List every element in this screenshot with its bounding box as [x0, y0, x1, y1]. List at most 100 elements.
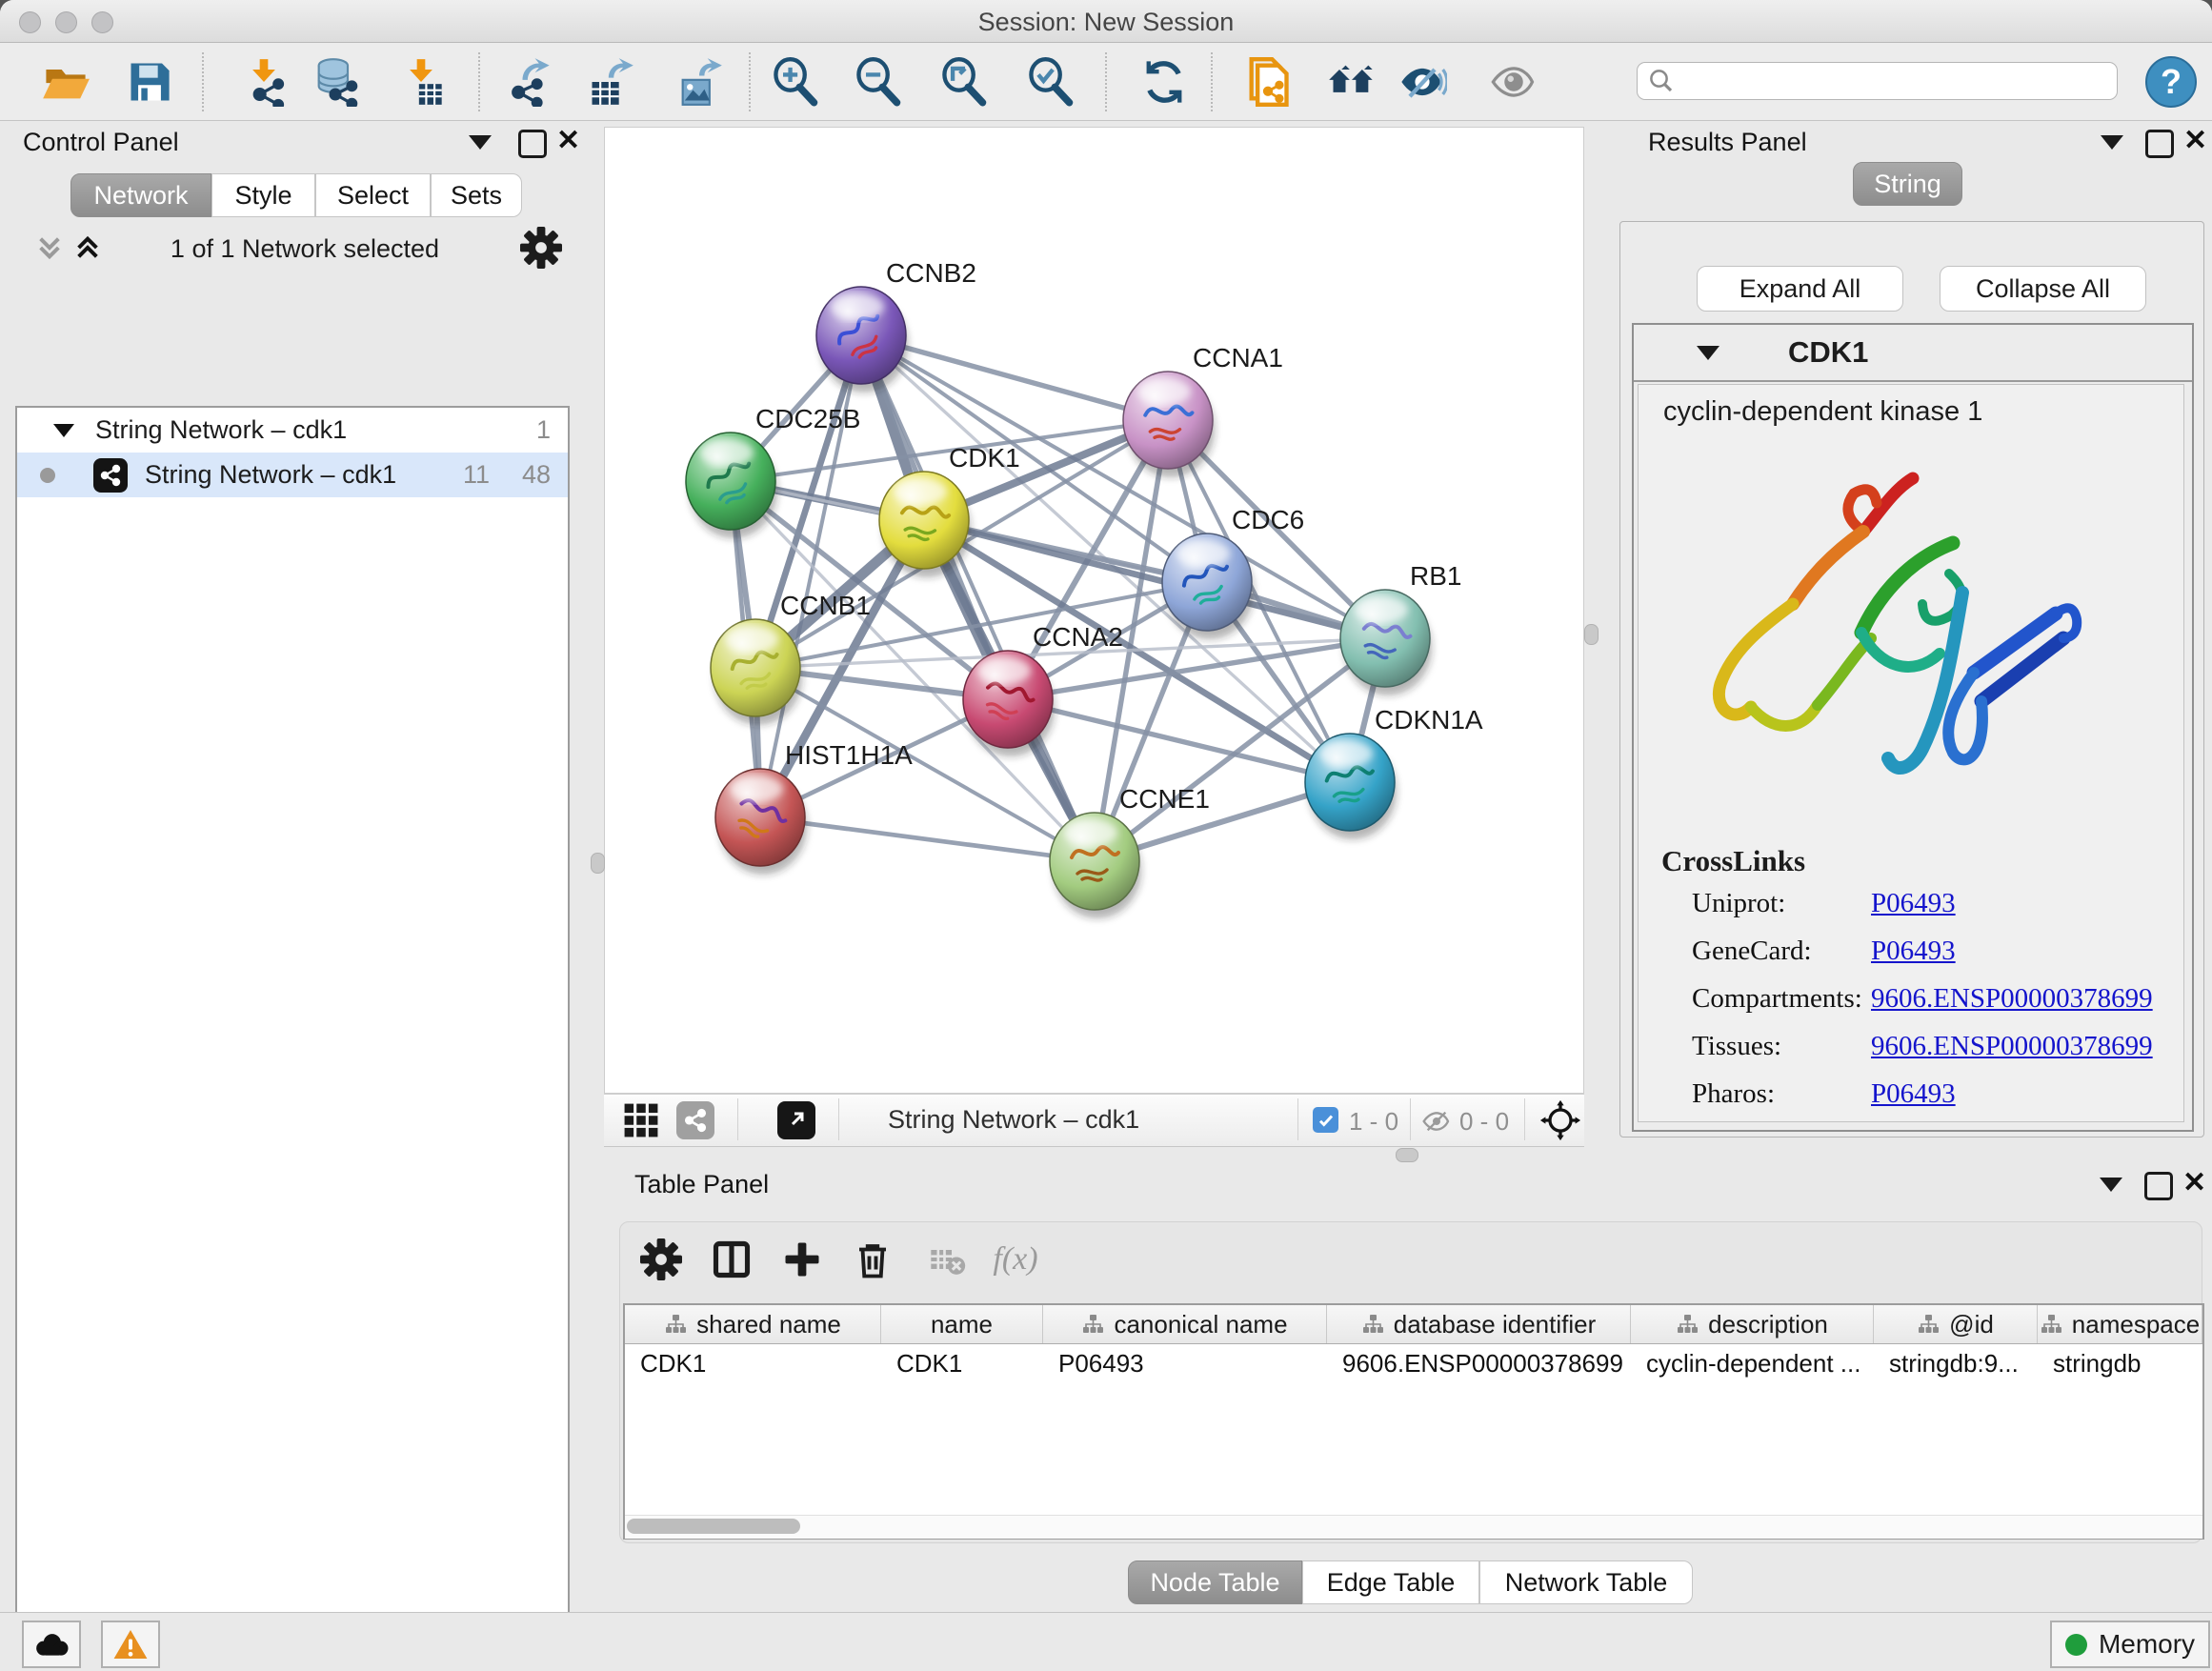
table-cell[interactable]: CDK1	[625, 1343, 881, 1383]
column-header-shared-name[interactable]: shared name	[625, 1305, 881, 1343]
help-icon: ?	[2161, 62, 2182, 101]
crosslink-link[interactable]: P06493	[1871, 888, 1956, 919]
tab-sets[interactable]: Sets	[431, 173, 522, 217]
horizontal-splitter-handle[interactable]	[1396, 1148, 1418, 1162]
show-all-icon[interactable]	[1486, 54, 1541, 110]
delete-table-icon[interactable]	[918, 1231, 975, 1288]
cloud-status-button[interactable]	[22, 1621, 81, 1668]
network-node-CDKN1A[interactable]: CDKN1A	[1305, 705, 1483, 839]
network-node-CCNE1[interactable]: CCNE1	[1050, 784, 1210, 918]
clone-network-icon[interactable]	[1240, 54, 1296, 110]
crosslink-link[interactable]: 9606.ENSP00000378699	[1871, 1031, 2153, 1062]
network-node-HIST1H1A[interactable]: HIST1H1A	[715, 740, 913, 875]
scrollbar-thumb[interactable]	[627, 1519, 800, 1534]
save-session-icon[interactable]	[122, 54, 177, 110]
results-panel-close-icon[interactable]: ✕	[2183, 130, 2207, 152]
add-column-icon[interactable]	[774, 1231, 831, 1288]
network-canvas[interactable]: CCNB2CCNA1CDC25BCDK1CDC6RB1CCNB1CCNA2CDK…	[604, 127, 1584, 1094]
detach-view-icon[interactable]	[777, 1101, 815, 1139]
import-database-icon[interactable]	[308, 54, 363, 110]
import-network-icon[interactable]	[236, 54, 292, 110]
table-row[interactable]: CDK1CDK1P064939606.ENSP00000378699cyclin…	[625, 1343, 2202, 1383]
gene-header[interactable]: CDK1	[1634, 325, 2192, 382]
warning-status-button[interactable]	[101, 1621, 160, 1668]
first-neighbors-icon[interactable]	[1324, 54, 1379, 110]
column-header-description[interactable]: description	[1631, 1305, 1874, 1343]
table-horizontal-scrollbar[interactable]	[625, 1515, 2202, 1539]
network-row[interactable]: String Network – cdk1 11 48	[17, 453, 568, 497]
table-cell[interactable]: stringdb	[2038, 1343, 2202, 1383]
control-panel-float-icon[interactable]	[518, 130, 547, 158]
apply-layout-icon[interactable]	[1136, 54, 1192, 110]
network-node-RB1[interactable]: RB1	[1340, 561, 1461, 695]
gene-collapse-icon[interactable]	[1697, 346, 1719, 360]
results-panel-float-icon[interactable]	[2145, 130, 2174, 158]
open-file-icon[interactable]	[38, 54, 93, 110]
node-table: shared namenamecanonical namedatabase id…	[623, 1303, 2204, 1540]
export-network-icon[interactable]	[501, 54, 556, 110]
left-splitter-handle[interactable]	[591, 853, 605, 874]
network-node-CDC6[interactable]: CDC6	[1162, 505, 1304, 639]
formula-builder-icon[interactable]: f(x)	[987, 1231, 1044, 1288]
table-panel-menu-icon[interactable]	[2100, 1178, 2122, 1192]
hidden-eye-icon[interactable]	[1421, 1106, 1452, 1137]
search-input[interactable]	[1676, 67, 2080, 96]
export-table-icon[interactable]	[583, 54, 638, 110]
control-panel-menu-icon[interactable]	[469, 135, 492, 150]
import-table-icon[interactable]	[393, 54, 449, 110]
crosslink-link[interactable]: P06493	[1871, 936, 1956, 967]
grid-view-icon[interactable]	[623, 1102, 659, 1138]
collapse-all-button[interactable]: Collapse All	[1940, 266, 2146, 312]
export-image-icon[interactable]	[672, 54, 727, 110]
tab-node-table[interactable]: Node Table	[1128, 1560, 1302, 1604]
right-splitter-handle[interactable]	[1584, 624, 1599, 645]
control-panel-close-icon[interactable]: ✕	[556, 130, 580, 152]
collapse-all-networks-icon[interactable]	[34, 232, 65, 263]
selected-checkbox-icon[interactable]	[1313, 1107, 1338, 1133]
table-gear-icon[interactable]	[633, 1231, 690, 1288]
share-view-icon[interactable]	[676, 1101, 714, 1139]
table-cell[interactable]: CDK1	[881, 1343, 1043, 1383]
table-cell[interactable]: 9606.ENSP00000378699	[1327, 1343, 1631, 1383]
tab-network-table[interactable]: Network Table	[1479, 1560, 1693, 1604]
table-cell[interactable]: stringdb:9...	[1874, 1343, 2038, 1383]
memory-button[interactable]: Memory	[2050, 1621, 2210, 1668]
help-button[interactable]: ?	[2143, 54, 2199, 110]
window-title: Session: New Session	[0, 8, 2212, 37]
zoom-selected-icon[interactable]	[1023, 54, 1078, 110]
tab-edge-table[interactable]: Edge Table	[1302, 1560, 1479, 1604]
tab-network[interactable]: Network	[70, 173, 211, 217]
tab-select[interactable]: Select	[315, 173, 431, 217]
results-panel-menu-icon[interactable]	[2101, 135, 2123, 150]
crosslink-link[interactable]: 9606.ENSP00000378699	[1871, 983, 2153, 1015]
network-options-gear-icon[interactable]	[520, 227, 562, 269]
delete-column-icon[interactable]	[844, 1231, 901, 1288]
expand-all-networks-icon[interactable]	[72, 232, 103, 263]
network-edge[interactable]	[760, 817, 1095, 861]
expand-all-button[interactable]: Expand All	[1697, 266, 1903, 312]
birds-eye-view-icon[interactable]	[1539, 1099, 1581, 1141]
table-panel-close-icon[interactable]: ✕	[2182, 1172, 2206, 1195]
column-header-database-identifier[interactable]: database identifier	[1327, 1305, 1631, 1343]
hide-selected-icon[interactable]	[1395, 54, 1450, 110]
collection-expander-icon[interactable]	[53, 424, 74, 437]
network-collection-row[interactable]: String Network – cdk1 1	[17, 408, 568, 453]
column-header-namespace[interactable]: namespace	[2038, 1305, 2202, 1343]
search-icon	[1647, 67, 1676, 95]
select-columns-icon[interactable]	[703, 1231, 760, 1288]
column-header-name[interactable]: name	[881, 1305, 1043, 1343]
table-panel-float-icon[interactable]	[2144, 1172, 2173, 1200]
network-node-CCNB2[interactable]: CCNB2	[816, 258, 976, 393]
network-edge[interactable]	[924, 520, 1385, 638]
column-header--id[interactable]: @id	[1874, 1305, 2038, 1343]
tab-string[interactable]: String	[1853, 162, 1962, 206]
table-cell[interactable]: cyclin-dependent ...	[1631, 1343, 1874, 1383]
network-node-CCNA1[interactable]: CCNA1	[1123, 343, 1283, 477]
zoom-out-icon[interactable]	[851, 54, 906, 110]
column-header-canonical-name[interactable]: canonical name	[1043, 1305, 1327, 1343]
table-cell[interactable]: P06493	[1043, 1343, 1327, 1383]
tab-style[interactable]: Style	[211, 173, 315, 217]
zoom-in-icon[interactable]	[768, 54, 823, 110]
crosslink-link[interactable]: P06493	[1871, 1078, 1956, 1110]
zoom-fit-icon[interactable]	[936, 54, 992, 110]
